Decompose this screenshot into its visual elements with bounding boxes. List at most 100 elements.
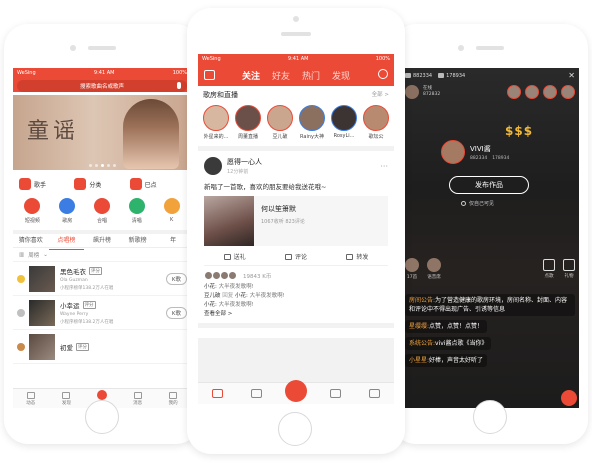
- nav-feed[interactable]: 动态: [13, 389, 49, 408]
- post-username[interactable]: 愿得一心人: [227, 157, 262, 167]
- tab-new[interactable]: 新歌榜: [120, 232, 156, 250]
- search-icon[interactable]: [378, 69, 388, 79]
- quick-link-ordered[interactable]: 已点: [129, 178, 185, 190]
- fan-avatar[interactable]: [543, 85, 557, 99]
- gift-senders[interactable]: 19843 K币: [204, 266, 388, 283]
- tab-year[interactable]: 年: [155, 232, 191, 250]
- comment-body: 大半夜发歌啊!: [218, 302, 254, 308]
- visibility-toggle[interactable]: 仅自己可见: [461, 200, 494, 207]
- post-author: 愿得一心人 12分钟前: [227, 157, 262, 175]
- k-button[interactable]: K歌: [165, 272, 187, 285]
- gift-icon: [563, 259, 575, 271]
- feature-k[interactable]: K: [154, 198, 189, 224]
- voice-seat-button[interactable]: 语音席: [427, 258, 441, 280]
- room-label: 周董直播: [237, 134, 258, 140]
- view-all-comments-link[interactable]: 查看全部 >: [204, 310, 388, 319]
- fan-avatar[interactable]: [525, 85, 539, 99]
- banner-title: 童谣: [27, 119, 80, 144]
- song-tag: 评分: [89, 267, 102, 275]
- profile-icon: [368, 389, 380, 398]
- mic-icon[interactable]: [177, 82, 181, 89]
- header: WeSing 9:41 AM 100% 关注 好友 热门 发现: [198, 54, 394, 86]
- order-song-label: 点歌: [544, 274, 554, 279]
- tab-discover[interactable]: 发现: [332, 69, 350, 82]
- battery-label: 100%: [375, 56, 390, 62]
- floating-action-button[interactable]: [561, 390, 577, 406]
- status-bar: WeSing 9:41 AM 100%: [13, 68, 191, 78]
- room-avatar-item[interactable]: 周董直播: [235, 105, 261, 140]
- comment-line[interactable]: 豆儿破 回复 小花: 大半夜发歌啊!: [204, 292, 388, 301]
- banner[interactable]: 童谣: [13, 95, 191, 170]
- feature-acapella[interactable]: 清唱: [119, 198, 154, 224]
- queue-button[interactable]: 17首: [405, 258, 419, 280]
- song-row[interactable]: 小幸运 评分 Wayne Perry 小程序榜单138.2万人在唱 K歌: [13, 296, 191, 330]
- calendar-icon[interactable]: [204, 70, 215, 80]
- feature-grid: 短视频 歌房 合唱 清唱 K: [13, 194, 191, 230]
- nav-sing[interactable]: [276, 379, 315, 402]
- nav-feed[interactable]: [198, 389, 237, 398]
- quick-link-singer[interactable]: 歌手: [19, 178, 74, 190]
- tab-following[interactable]: 关注: [242, 69, 260, 82]
- song-sub: 小程序榜单138.2万人在唱: [60, 286, 114, 291]
- mic-icon: [96, 390, 107, 400]
- fan-avatar[interactable]: [561, 85, 575, 99]
- nav-me[interactable]: 我的: [155, 389, 191, 408]
- more-icon[interactable]: ···: [380, 162, 388, 171]
- chat-body: 点赞，点赞！点赞！: [429, 323, 484, 330]
- room-avatar: [267, 105, 293, 131]
- chat-body: 好棒，声音太好听了: [429, 357, 484, 364]
- tab-hot[interactable]: 热门: [302, 69, 320, 82]
- song-cover: [29, 299, 55, 326]
- feature-short-video[interactable]: 短视频: [15, 198, 50, 224]
- track-card[interactable]: 何以笙箫默 1067收听 823评论: [204, 196, 388, 246]
- room-avatar-item[interactable]: 豆儿破: [267, 105, 293, 140]
- home-button[interactable]: [473, 400, 507, 434]
- room-avatar-item[interactable]: RosyLi...: [331, 105, 357, 140]
- song-cover: [29, 265, 55, 292]
- home-button[interactable]: [85, 400, 119, 434]
- room-label: RosyLi...: [333, 133, 355, 139]
- tab-friends[interactable]: 好友: [272, 69, 290, 82]
- order-song-button[interactable]: 点歌: [543, 259, 555, 279]
- publish-button[interactable]: 发布作品: [449, 176, 529, 194]
- filter-row[interactable]: ▥ 周榜 ⌄: [13, 248, 191, 262]
- comment-user: 小花: [204, 302, 216, 308]
- fan-avatar[interactable]: [507, 85, 521, 99]
- quick-link-category[interactable]: 分类: [74, 178, 129, 190]
- host-avatar[interactable]: [405, 85, 419, 99]
- feature-chorus[interactable]: 合唱: [85, 198, 120, 224]
- share-button[interactable]: 转发: [327, 252, 388, 261]
- phone-camera: [458, 45, 464, 51]
- song-title-row: 小幸运 评分: [60, 300, 166, 310]
- time-label: 9:41 AM: [287, 56, 309, 62]
- room-avatar-item[interactable]: Rainy大神: [299, 105, 325, 140]
- comment-button[interactable]: 评论: [265, 252, 326, 261]
- home-button[interactable]: [278, 412, 312, 446]
- singer-card[interactable]: VIVI酱 882334 178934: [441, 140, 509, 164]
- nav-discover[interactable]: 发现: [49, 389, 85, 408]
- chat-message: 房间公告:为了营造健康的歌房环境，房间名称、封面、内容和评论中不得出现广告、引诱…: [405, 294, 575, 316]
- nav-messages[interactable]: 消息: [120, 389, 156, 408]
- song-row[interactable]: 初爱 评分: [13, 330, 191, 364]
- tab-hot[interactable]: 点唱榜: [48, 232, 85, 250]
- song-row[interactable]: 黑色毛衣 评分 Ola Guzman 小程序榜单138.2万人在唱 K歌: [13, 262, 191, 296]
- nav-discover[interactable]: [237, 389, 276, 398]
- gift-button[interactable]: 礼物: [563, 259, 575, 279]
- post-avatar[interactable]: [204, 157, 222, 175]
- comment-icon: [284, 253, 292, 260]
- tab-guess[interactable]: 猜你喜欢: [13, 232, 49, 250]
- nav-messages[interactable]: [316, 389, 355, 398]
- gift-button[interactable]: 送礼: [204, 252, 265, 261]
- comment-line[interactable]: 小花: 大半夜发歌啊!: [204, 301, 388, 310]
- tab-rising[interactable]: 飙升榜: [84, 232, 120, 250]
- search-bar[interactable]: 搜索歌曲名或歌声: [17, 80, 187, 92]
- singer-avatar: [441, 140, 465, 164]
- comment-line[interactable]: 小花: 大半夜发歌啊!: [204, 283, 388, 292]
- room-avatar-item[interactable]: 外星来的...: [203, 105, 229, 140]
- room-avatar-item[interactable]: 歌坛公: [363, 105, 389, 140]
- close-icon[interactable]: ✕: [568, 71, 575, 80]
- k-button[interactable]: K歌: [165, 306, 187, 319]
- rooms-all-link[interactable]: 全部 >: [372, 90, 389, 100]
- feature-room[interactable]: 歌房: [50, 198, 85, 224]
- nav-me[interactable]: [355, 389, 394, 398]
